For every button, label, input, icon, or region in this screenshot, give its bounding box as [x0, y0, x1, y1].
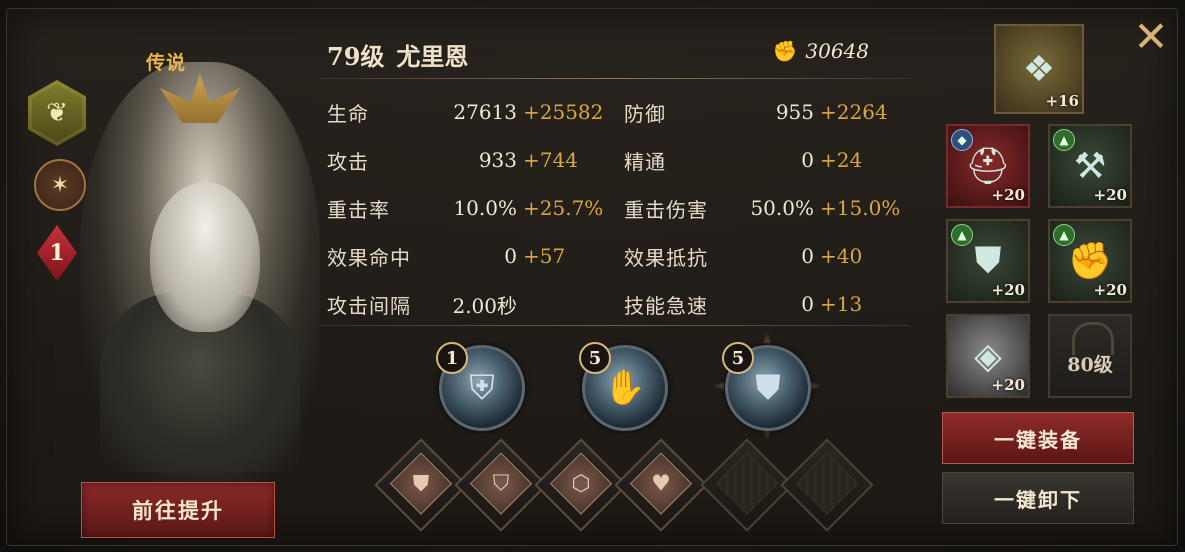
skill-2-button[interactable]: ✋ 5 — [579, 342, 668, 431]
hero-portrait — [80, 62, 320, 482]
gem-slot[interactable]: ◈ +20 — [946, 314, 1030, 398]
locked-slot[interactable]: 80级 — [1048, 314, 1132, 398]
stat-label: 重击率 — [327, 197, 390, 222]
armor-slot[interactable]: ▲ ⛊ +20 — [946, 219, 1030, 303]
stat-bonus: +25582 — [523, 100, 604, 124]
stat-value: 955 — [775, 100, 814, 124]
rarity-label: 传说 — [146, 52, 187, 74]
stat-value: 50.0% — [750, 196, 814, 220]
power-display: ✊ 30648 — [772, 39, 869, 63]
stat-crit-damage: 重击伤害 50.0% +15.0% — [624, 184, 904, 232]
empty-rune-slot — [795, 452, 859, 515]
gloves-slot[interactable]: ▲ ✊ +20 — [1048, 219, 1132, 303]
artifact-slot[interactable]: ❖ +16 — [994, 24, 1084, 114]
stat-bonus: +57 — [523, 244, 566, 268]
weapon-slot[interactable]: ▲ ⚒ +20 — [1048, 124, 1132, 208]
skill-level-badge: 5 — [579, 342, 611, 374]
stat-bonus: +40 — [820, 244, 863, 268]
stat-bonus: +24 — [820, 148, 863, 172]
skill-level-badge: 5 — [722, 342, 754, 374]
shield-rune-icon: ⛊ — [412, 471, 430, 497]
stat-bonus: +13 — [820, 292, 863, 316]
faction-leaf-icon: ❦ — [32, 84, 82, 142]
stat-value: 10.0% — [453, 196, 517, 220]
stat-label: 精通 — [624, 149, 666, 174]
rune-gem: ♥ — [629, 452, 693, 515]
equip-level: +20 — [991, 376, 1025, 394]
fist-power-icon: ✊ — [772, 39, 798, 63]
stat-value: 2.00秒 — [452, 293, 517, 318]
equip-level: +20 — [991, 281, 1025, 299]
stat-bonus: +2264 — [820, 100, 888, 124]
upgrade-button[interactable]: 前往提升 — [81, 482, 275, 538]
empty-rune-slot — [715, 452, 779, 515]
stat-value: 0 — [801, 148, 814, 172]
stat-value: 27613 — [453, 100, 517, 124]
stat-label: 防御 — [624, 101, 666, 126]
stat-value: 933 — [478, 148, 517, 172]
stat-attack: 攻击 933 +744 — [327, 136, 607, 184]
stat-crit-rate: 重击率 10.0% +25.7% — [327, 184, 607, 232]
skill-level-badge: 1 — [436, 342, 468, 374]
skill-1-button[interactable]: ⛨ 1 — [436, 342, 525, 431]
stat-label: 重击伤害 — [624, 197, 708, 222]
stat-skill-haste: 技能急速 0 +13 — [624, 280, 904, 328]
equip-level: +20 — [1093, 186, 1127, 204]
faction-badge[interactable]: ❦ — [28, 80, 86, 146]
unequip-all-button[interactable]: 一键卸下 — [942, 472, 1134, 524]
power-value: 30648 — [805, 39, 869, 63]
stat-value: 0 — [504, 244, 517, 268]
stat-label: 效果抵抗 — [624, 245, 708, 270]
equip-all-button[interactable]: 一键装备 — [942, 412, 1134, 464]
stats-grid: 生命 27613 +25582 防御 955 +2264 攻击 933 +744… — [327, 88, 907, 328]
stat-bonus: +15.0% — [820, 196, 901, 220]
stat-label: 攻击间隔 — [327, 293, 411, 318]
stat-effect-resist: 效果抵抗 0 +40 — [624, 232, 904, 280]
stat-label: 效果命中 — [327, 245, 411, 270]
stat-defense: 防御 955 +2264 — [624, 88, 904, 136]
stat-row: 重击率 10.0% +25.7% 重击伤害 50.0% +15.0% — [327, 184, 907, 232]
stat-row: 攻击 933 +744 精通 0 +24 — [327, 136, 907, 184]
defense-rune-icon: ⬡ — [571, 471, 591, 497]
stat-row: 生命 27613 +25582 防御 955 +2264 — [327, 88, 907, 136]
stat-value: 0 — [801, 244, 814, 268]
hero-level: 79级 — [327, 42, 385, 71]
helmet-slot[interactable]: ◆ ⛑ +20 — [946, 124, 1030, 208]
class-star-icon[interactable]: ✶ — [34, 159, 86, 211]
stat-row: 攻击间隔 2.00秒 技能急速 0 +13 — [327, 280, 907, 328]
stat-mastery: 精通 0 +24 — [624, 136, 904, 184]
skill-3-button[interactable]: ⛊ 5 — [722, 342, 811, 431]
hero-header: 79级 尤里恩 ✊ 30648 — [327, 37, 907, 77]
stat-effect-hit: 效果命中 0 +57 — [327, 232, 607, 280]
equip-level: +16 — [1045, 92, 1079, 110]
stat-hp: 生命 27613 +25582 — [327, 88, 607, 136]
hero-beard — [150, 182, 260, 332]
rank-badge[interactable]: 1 — [37, 225, 77, 281]
rune-gem: ⛊ — [389, 452, 453, 515]
hero-title: 79级 尤里恩 — [327, 37, 468, 72]
stat-value: 0 — [801, 292, 814, 316]
hero-panel: 传说 ❦ ✶ 1 前往提升 — [10, 12, 320, 540]
equip-level: +20 — [1093, 281, 1127, 299]
rune-gem: ⬡ — [549, 452, 613, 515]
guard-rune-icon: ⛉ — [492, 471, 510, 497]
hero-name: 尤里恩 — [396, 42, 469, 71]
stat-label: 生命 — [327, 101, 369, 126]
stat-label: 攻击 — [327, 149, 369, 174]
header-divider — [320, 78, 910, 79]
hero-crown — [160, 74, 240, 123]
stat-row: 效果命中 0 +57 效果抵抗 0 +40 — [327, 232, 907, 280]
unlock-level-label: 80级 — [1067, 354, 1113, 376]
heart-rune-icon: ♥ — [651, 471, 671, 497]
stat-bonus: +25.7% — [523, 196, 604, 220]
stat-bonus: +744 — [523, 148, 578, 172]
stat-label: 技能急速 — [624, 293, 708, 318]
rune-gem: ⛉ — [469, 452, 533, 515]
stats-divider — [320, 325, 910, 326]
close-icon[interactable]: ✕ — [1128, 14, 1174, 60]
equip-level: +20 — [991, 186, 1025, 204]
stat-attack-interval: 攻击间隔 2.00秒 — [327, 280, 607, 328]
